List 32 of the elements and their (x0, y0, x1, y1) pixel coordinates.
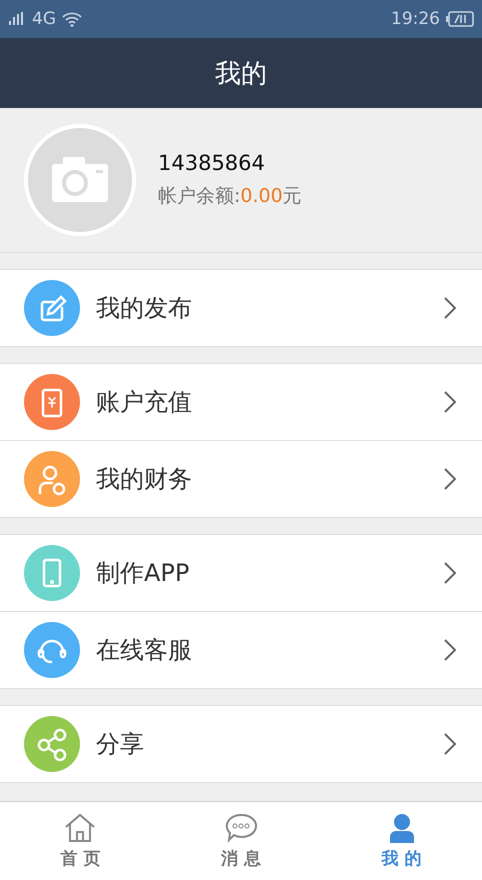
network-type: 4G (32, 9, 56, 29)
page-title: 我的 (215, 58, 267, 90)
menu-label: 在线客服 (96, 635, 193, 666)
avatar-camera-icon[interactable] (24, 124, 136, 236)
chevron-right-icon (444, 297, 456, 319)
chevron-right-icon (444, 562, 456, 584)
account-balance: 帐户余额:0.00元 (158, 184, 302, 209)
home-icon (64, 812, 96, 842)
menu-item[interactable]: 我的发布 (0, 270, 482, 346)
chevron-right-icon (444, 391, 456, 413)
menu-item[interactable]: 制作APP (0, 535, 482, 611)
battery-icon (446, 11, 474, 27)
clock: 19:26 (391, 9, 440, 29)
menu-item[interactable]: 我的财务 (0, 440, 482, 517)
menu-label: 账户充值 (96, 387, 193, 418)
tab[interactable]: 我 的 (321, 802, 482, 880)
menu-item[interactable]: 账户充值 (0, 364, 482, 440)
chevron-right-icon (444, 639, 456, 661)
menu-label: 制作APP (96, 558, 190, 589)
wifi-icon (62, 11, 82, 27)
tab[interactable]: 首 页 (0, 802, 161, 880)
tab[interactable]: 消 息 (160, 802, 322, 880)
menu-item[interactable]: 分享 (0, 706, 482, 782)
user-id: 14385864 (158, 151, 266, 175)
menu-label: 我的财务 (96, 464, 193, 495)
menu-item[interactable]: 在线客服 (0, 611, 482, 688)
menu-label: 我的发布 (96, 293, 193, 324)
menu-label: 分享 (96, 729, 145, 760)
chat-bubble-icon (225, 812, 257, 842)
signal-icon (8, 11, 26, 27)
chevron-right-icon (444, 468, 456, 490)
chevron-right-icon (444, 733, 456, 755)
